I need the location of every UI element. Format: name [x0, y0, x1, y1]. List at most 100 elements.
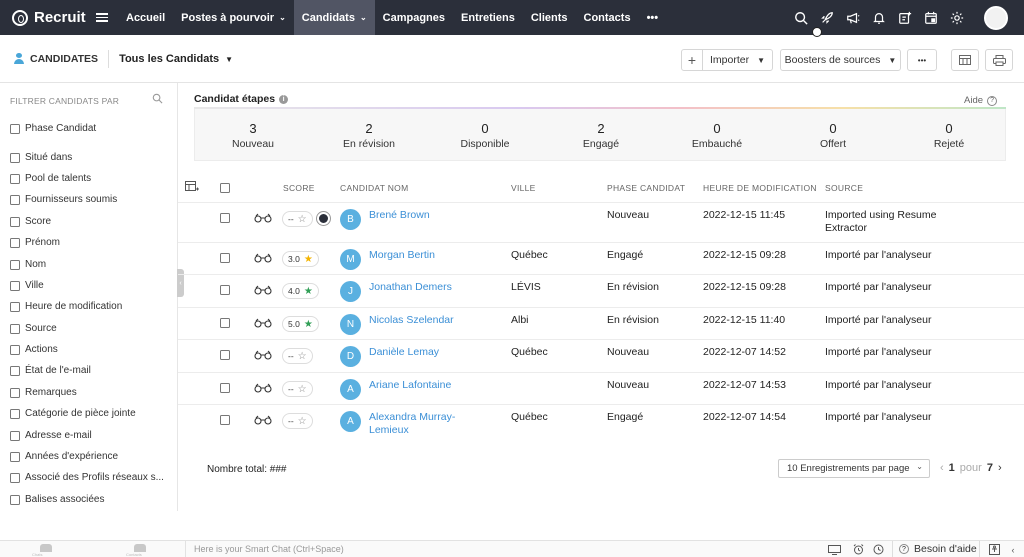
filter-checkbox[interactable] — [10, 216, 20, 227]
column-settings-icon[interactable] — [185, 181, 199, 193]
preview-icon[interactable] — [254, 285, 272, 295]
search-icon[interactable] — [788, 0, 814, 35]
table-row[interactable]: 4.0 ★ J Jonathan Demers LÉVIS En révision 2022… — [178, 274, 1024, 307]
score-badge[interactable]: -- ☆ — [282, 381, 313, 397]
filter-item[interactable]: Années d'expérience — [10, 451, 118, 462]
megaphone-icon[interactable] — [840, 0, 866, 35]
add-note-icon[interactable] — [892, 0, 918, 35]
nav-item-candidats[interactable]: Candidats ⌄ — [293, 0, 375, 35]
nav-item-postes-a-pourvoir[interactable]: Postes à pourvoir ⌄ — [173, 0, 294, 35]
accessibility-icon[interactable] — [985, 542, 1003, 557]
filter-item[interactable]: Adresse e-mail — [10, 430, 92, 441]
preview-icon[interactable] — [254, 350, 272, 360]
filter-checkbox[interactable] — [10, 408, 20, 419]
need-help-button[interactable]: ? Besoin d'aide — [892, 541, 980, 557]
filter-checkbox[interactable] — [10, 280, 20, 291]
score-badge[interactable]: 5.0 ★ — [282, 316, 319, 332]
search-icon[interactable] — [152, 93, 163, 104]
row-checkbox[interactable] — [220, 213, 230, 223]
filter-checkbox[interactable] — [10, 173, 20, 184]
row-checkbox[interactable] — [220, 350, 230, 360]
score-badge[interactable]: 3.0 ★ — [282, 251, 319, 267]
preview-icon[interactable] — [254, 213, 272, 223]
filter-checkbox[interactable] — [10, 123, 20, 134]
candidate-name-link[interactable]: Danièle Lemay — [369, 346, 439, 358]
filter-checkbox[interactable] — [10, 344, 20, 355]
filter-checkbox[interactable] — [10, 451, 20, 462]
column-header-modified[interactable]: HEURE DE MODIFICATION — [703, 183, 817, 193]
screen-share-icon[interactable] — [825, 542, 843, 557]
filter-item[interactable]: Fournisseurs soumis — [10, 194, 117, 205]
table-row[interactable]: -- ☆ A Ariane Lafontaine Nouveau 2022-12-07 1… — [178, 372, 1024, 404]
column-header-city[interactable]: VILLE — [511, 183, 536, 193]
filter-checkbox[interactable] — [10, 301, 20, 312]
filter-checkbox[interactable] — [10, 430, 20, 441]
chats-tab[interactable]: Chats — [26, 542, 66, 557]
calendar-icon[interactable] — [918, 0, 944, 35]
nav-item-more[interactable]: ••• — [639, 0, 667, 35]
filter-item[interactable]: Actions — [10, 344, 58, 355]
candidate-name-link[interactable]: Morgan Bertin — [369, 249, 435, 261]
column-header-phase[interactable]: PHASE CANDIDAT — [607, 183, 685, 193]
filter-item[interactable]: Remarques — [10, 387, 77, 398]
table-view-button[interactable] — [951, 49, 979, 71]
source-boosters-button[interactable]: Boosters de sources ▼ — [780, 49, 901, 71]
filter-checkbox[interactable] — [10, 259, 20, 270]
menu-icon[interactable] — [96, 11, 108, 24]
filter-checkbox[interactable] — [10, 472, 20, 483]
filter-item[interactable]: Pool de talents — [10, 173, 91, 184]
smart-chat-input[interactable]: Here is your Smart Chat (Ctrl+Space) — [185, 541, 820, 557]
stage-item[interactable]: 0 Offert — [775, 121, 891, 150]
filter-item[interactable]: Source — [10, 323, 57, 334]
records-per-page-select[interactable]: 10 Enregistrements par page ⌄ — [778, 459, 930, 478]
collapse-icon[interactable]: ‹ — [1004, 542, 1022, 557]
filter-checkbox[interactable] — [10, 387, 20, 398]
column-header-score[interactable]: SCORE — [283, 183, 315, 193]
candidate-name-link[interactable]: Brené Brown — [369, 209, 430, 221]
filter-item[interactable]: Phase Candidat — [10, 123, 96, 134]
filter-item[interactable]: Heure de modification — [10, 301, 122, 312]
table-row[interactable]: 3.0 ★ M Morgan Bertin Québec Engagé 2022-12-15… — [178, 242, 1024, 274]
filter-checkbox[interactable] — [10, 237, 20, 248]
help-link[interactable]: Aide ? — [964, 95, 998, 106]
score-badge[interactable]: -- ☆ — [282, 211, 313, 227]
user-avatar[interactable] — [984, 5, 1008, 30]
bell-icon[interactable] — [866, 0, 892, 35]
row-checkbox[interactable] — [220, 415, 230, 425]
history-icon[interactable] — [869, 542, 887, 557]
stage-item[interactable]: 2 En révision — [311, 121, 427, 150]
filter-item[interactable]: Catégorie de pièce jointe — [10, 408, 136, 419]
candidate-name-link[interactable]: Ariane Lafontaine — [369, 379, 451, 391]
next-page-icon[interactable]: › — [998, 462, 1002, 474]
candidate-name-link[interactable]: Nicolas Szelendar — [369, 314, 454, 326]
alarm-icon[interactable] — [849, 542, 867, 557]
select-all-checkbox[interactable] — [220, 183, 230, 193]
stage-item[interactable]: 3 Nouveau — [195, 121, 311, 150]
score-badge[interactable]: -- ☆ — [282, 413, 313, 429]
filter-item[interactable]: État de l'e-mail — [10, 365, 91, 376]
view-selector[interactable]: Tous les Candidats ▼ — [119, 53, 233, 65]
filter-item[interactable]: Ville — [10, 280, 44, 291]
filter-item[interactable]: Situé dans — [10, 152, 72, 163]
filter-item[interactable]: Associé des Profils réseaux s... — [10, 472, 164, 483]
candidate-name-link[interactable]: Jonathan Demers — [369, 281, 452, 293]
info-icon[interactable]: i — [279, 94, 289, 104]
stage-item[interactable]: 0 Disponible — [427, 121, 543, 150]
previous-page-icon[interactable]: ‹ — [940, 462, 944, 474]
print-button[interactable] — [985, 49, 1013, 71]
filter-checkbox[interactable] — [10, 323, 20, 334]
app-logo[interactable]: Recruit — [0, 9, 92, 26]
import-button[interactable]: Importer ▼ — [702, 49, 773, 71]
nav-item-campagnes[interactable]: Campagnes — [375, 0, 453, 35]
stage-item[interactable]: 0 Embauché — [659, 121, 775, 150]
add-candidate-button[interactable]: + — [681, 49, 703, 71]
table-row[interactable]: -- ☆ A Alexandra Murray-Lemieux Québec Engagé… — [178, 404, 1024, 444]
filter-item[interactable]: Nom — [10, 259, 46, 270]
status-dot-icon[interactable] — [317, 212, 330, 225]
row-checkbox[interactable] — [220, 383, 230, 393]
preview-icon[interactable] — [254, 318, 272, 328]
preview-icon[interactable] — [254, 383, 272, 393]
row-checkbox[interactable] — [220, 253, 230, 263]
score-badge[interactable]: 4.0 ★ — [282, 283, 319, 299]
settings-icon[interactable] — [944, 0, 970, 35]
